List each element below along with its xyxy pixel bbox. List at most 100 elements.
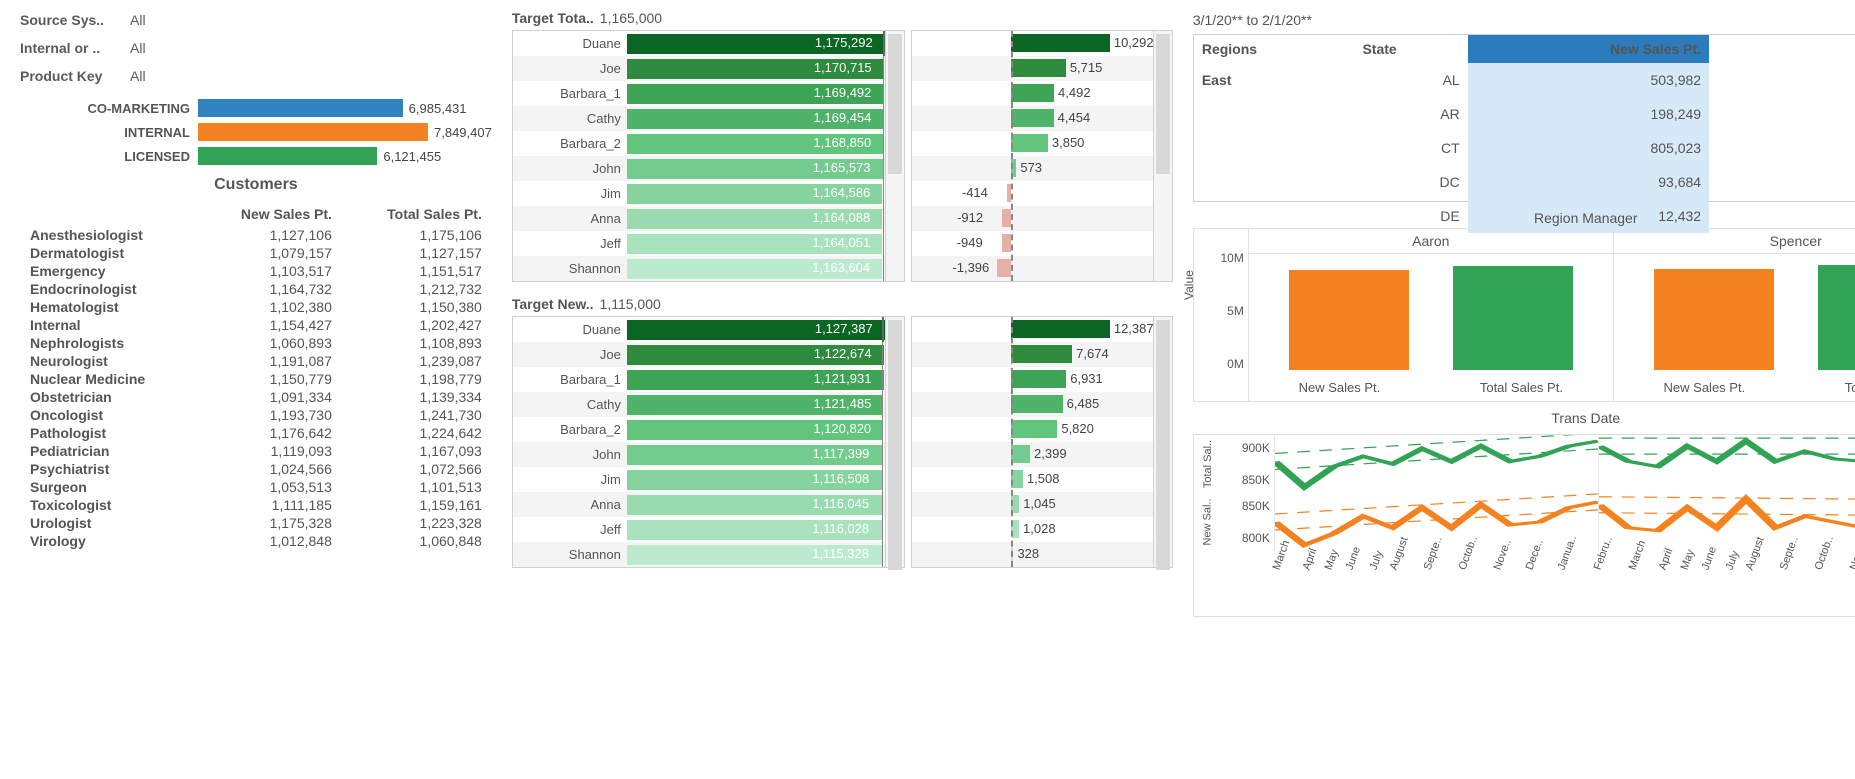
- target-row[interactable]: Jim1,164,586: [513, 181, 885, 206]
- target-row[interactable]: Shannon1,163,604: [513, 256, 885, 281]
- column-header[interactable]: State: [1354, 35, 1467, 63]
- table-row[interactable]: Internal1,154,4271,202,427: [20, 316, 492, 334]
- table-row[interactable]: DC93,68497,212: [1194, 165, 1855, 199]
- target-total-delta[interactable]: 10,2925,7154,4924,4543,850573-414-912-94…: [911, 30, 1173, 282]
- table-row[interactable]: DE12,43213,344: [1194, 199, 1855, 233]
- delta-row[interactable]: 5,820: [912, 417, 1153, 442]
- target-row[interactable]: Jeff1,164,051: [513, 231, 885, 256]
- customers-table[interactable]: New Sales Pt.Total Sales Pt. Anesthesiol…: [20, 202, 492, 550]
- delta-row[interactable]: 7,674: [912, 342, 1153, 367]
- delta-row[interactable]: 1,045: [912, 492, 1153, 517]
- column-header[interactable]: New Sales Pt.: [197, 202, 342, 226]
- delta-row[interactable]: 4,454: [912, 106, 1153, 131]
- category-bar-row[interactable]: CO-MARKETING6,985,431: [20, 96, 492, 120]
- table-row[interactable]: Emergency1,103,5171,151,517: [20, 262, 492, 280]
- delta-row[interactable]: 2,399: [912, 442, 1153, 467]
- delta-row[interactable]: 4,492: [912, 81, 1153, 106]
- target-row[interactable]: Jim1,116,508: [513, 467, 885, 492]
- table-row[interactable]: Endocrinologist1,164,7321,212,732: [20, 280, 492, 298]
- delta-row[interactable]: 573: [912, 156, 1153, 181]
- table-row[interactable]: Obstetrician1,091,3341,139,334: [20, 388, 492, 406]
- target-row[interactable]: Cathy1,121,485: [513, 392, 885, 417]
- table-row[interactable]: Urologist1,175,3281,223,328: [20, 514, 492, 532]
- table-row[interactable]: AR198,249206,313: [1194, 97, 1855, 131]
- person-name: Duane: [513, 36, 627, 51]
- target-row[interactable]: Barbara_11,121,931: [513, 367, 885, 392]
- category-bar-row[interactable]: LICENSED6,121,455: [20, 144, 492, 168]
- table-row[interactable]: Neurologist1,191,0871,239,087: [20, 352, 492, 370]
- table-row[interactable]: CT805,023836,919: [1194, 131, 1855, 165]
- delta-row[interactable]: 5,715: [912, 56, 1153, 81]
- delta-row[interactable]: 12,387: [912, 317, 1153, 342]
- delta-row[interactable]: 328: [912, 542, 1153, 567]
- target-row[interactable]: Joe1,170,715: [513, 56, 885, 81]
- line-segment: [1598, 435, 1855, 493]
- category-bar-row[interactable]: INTERNAL7,849,407: [20, 120, 492, 144]
- scrollbar[interactable]: [1153, 317, 1172, 567]
- column-header[interactable]: [20, 202, 197, 226]
- scrollbar[interactable]: [1153, 31, 1172, 281]
- person-name: Barbara_1: [513, 372, 627, 387]
- table-row[interactable]: Pathologist1,176,6421,224,642: [20, 424, 492, 442]
- table-row[interactable]: Dermatologist1,079,1571,127,157: [20, 244, 492, 262]
- region-state-table[interactable]: RegionsStateNew Sales Pt.Total Sales Pt.…: [1193, 34, 1855, 202]
- target-new-label: Target New..: [512, 296, 594, 312]
- y-axis-label: Value: [1182, 270, 1196, 300]
- target-row[interactable]: Jeff1,116,028: [513, 517, 885, 542]
- target-row[interactable]: Shannon1,115,328: [513, 542, 885, 567]
- filter-product-key[interactable]: Product Key All: [20, 62, 492, 90]
- target-row[interactable]: Duane1,175,292: [513, 31, 885, 56]
- delta-value: 12,387: [1114, 321, 1154, 336]
- filter-internal-or[interactable]: Internal or .. All: [20, 34, 492, 62]
- target-row[interactable]: Cathy1,169,454: [513, 106, 885, 131]
- delta-row[interactable]: -912: [912, 206, 1153, 231]
- column-header[interactable]: New Sales Pt.: [1468, 35, 1709, 63]
- category-sales-chart[interactable]: CO-MARKETING6,985,431INTERNAL7,849,407LI…: [20, 96, 492, 168]
- scrollbar[interactable]: [885, 31, 904, 281]
- delta-row[interactable]: -949: [912, 231, 1153, 256]
- person-name: Jeff: [513, 522, 627, 537]
- table-row[interactable]: Psychiatrist1,024,5661,072,566: [20, 460, 492, 478]
- column-header[interactable]: Total Sales Pt.: [342, 202, 492, 226]
- target-row[interactable]: Barbara_21,168,850: [513, 131, 885, 156]
- person-name: Joe: [513, 61, 627, 76]
- table-row[interactable]: Oncologist1,193,7301,241,730: [20, 406, 492, 424]
- trans-date-chart[interactable]: Total Sal..900K850KNew Sal..850K800K Mar…: [1193, 434, 1855, 617]
- column-header[interactable]: Total Sales Pt.: [1709, 35, 1855, 63]
- scrollbar[interactable]: [885, 317, 904, 567]
- target-row[interactable]: Barbara_21,120,820: [513, 417, 885, 442]
- target-row[interactable]: Joe1,122,674: [513, 342, 885, 367]
- filter-source-sys[interactable]: Source Sys.. All: [20, 6, 492, 34]
- target-new-delta[interactable]: 12,387 7,6746,9316,4855,8202,3991,5081,04…: [911, 316, 1173, 568]
- table-row[interactable]: Toxicologist1,111,1851,159,161: [20, 496, 492, 514]
- target-total-bars[interactable]: Duane1,175,292Joe1,170,715Barbara_11,169…: [512, 30, 905, 282]
- region-manager-chart[interactable]: Value 10M 5M 0M AaronNew Sales Pt.Total …: [1193, 228, 1855, 402]
- table-row[interactable]: EastAL503,982524,478: [1194, 63, 1855, 97]
- category-label: LICENSED: [20, 149, 198, 164]
- target-row[interactable]: Anna1,116,045: [513, 492, 885, 517]
- target-row[interactable]: John1,117,399: [513, 442, 885, 467]
- delta-row[interactable]: -414: [912, 181, 1153, 206]
- table-row[interactable]: Anesthesiologist1,127,1061,175,106: [20, 226, 492, 244]
- delta-row[interactable]: -1,396: [912, 256, 1153, 281]
- target-row[interactable]: Duane1,127,387: [513, 317, 885, 342]
- delta-row[interactable]: 6,485: [912, 392, 1153, 417]
- table-row[interactable]: Nuclear Medicine1,150,7791,198,779: [20, 370, 492, 388]
- delta-row[interactable]: 6,931: [912, 367, 1153, 392]
- table-row[interactable]: Surgeon1,053,5131,101,513: [20, 478, 492, 496]
- table-row[interactable]: Nephrologists1,060,8931,108,893: [20, 334, 492, 352]
- target-row[interactable]: Anna1,164,088: [513, 206, 885, 231]
- table-row[interactable]: Hematologist1,102,3801,150,380: [20, 298, 492, 316]
- delta-row[interactable]: 1,028: [912, 517, 1153, 542]
- person-name: Barbara_2: [513, 422, 627, 437]
- column-header[interactable]: Regions: [1194, 35, 1355, 63]
- target-row[interactable]: Barbara_11,169,492: [513, 81, 885, 106]
- delta-row[interactable]: 1,508: [912, 467, 1153, 492]
- table-row[interactable]: Virology1,012,8481,060,848: [20, 532, 492, 550]
- category-label: CO-MARKETING: [20, 101, 198, 116]
- target-row[interactable]: John1,165,573: [513, 156, 885, 181]
- table-row[interactable]: Pediatrician1,119,0931,167,093: [20, 442, 492, 460]
- target-new-bars[interactable]: Duane1,127,387Joe1,122,674Barbara_11,121…: [512, 316, 905, 568]
- delta-row[interactable]: 10,292: [912, 31, 1153, 56]
- delta-row[interactable]: 3,850: [912, 131, 1153, 156]
